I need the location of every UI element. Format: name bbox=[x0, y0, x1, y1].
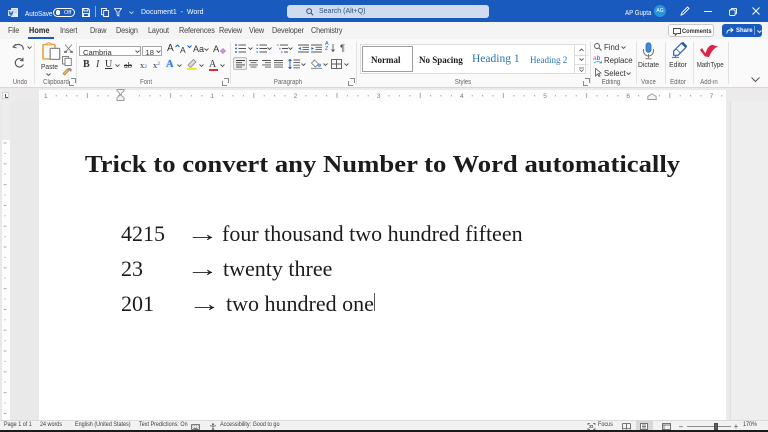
svg-text:6: 6 bbox=[626, 93, 630, 100]
svg-text:4: 4 bbox=[460, 93, 464, 100]
svg-text:5: 5 bbox=[543, 93, 547, 100]
svg-text:1: 1 bbox=[210, 93, 214, 100]
svg-text:3: 3 bbox=[377, 93, 381, 100]
svg-text:1: 1 bbox=[44, 93, 48, 100]
svg-text:2: 2 bbox=[294, 93, 298, 100]
svg-text:7: 7 bbox=[710, 93, 714, 100]
